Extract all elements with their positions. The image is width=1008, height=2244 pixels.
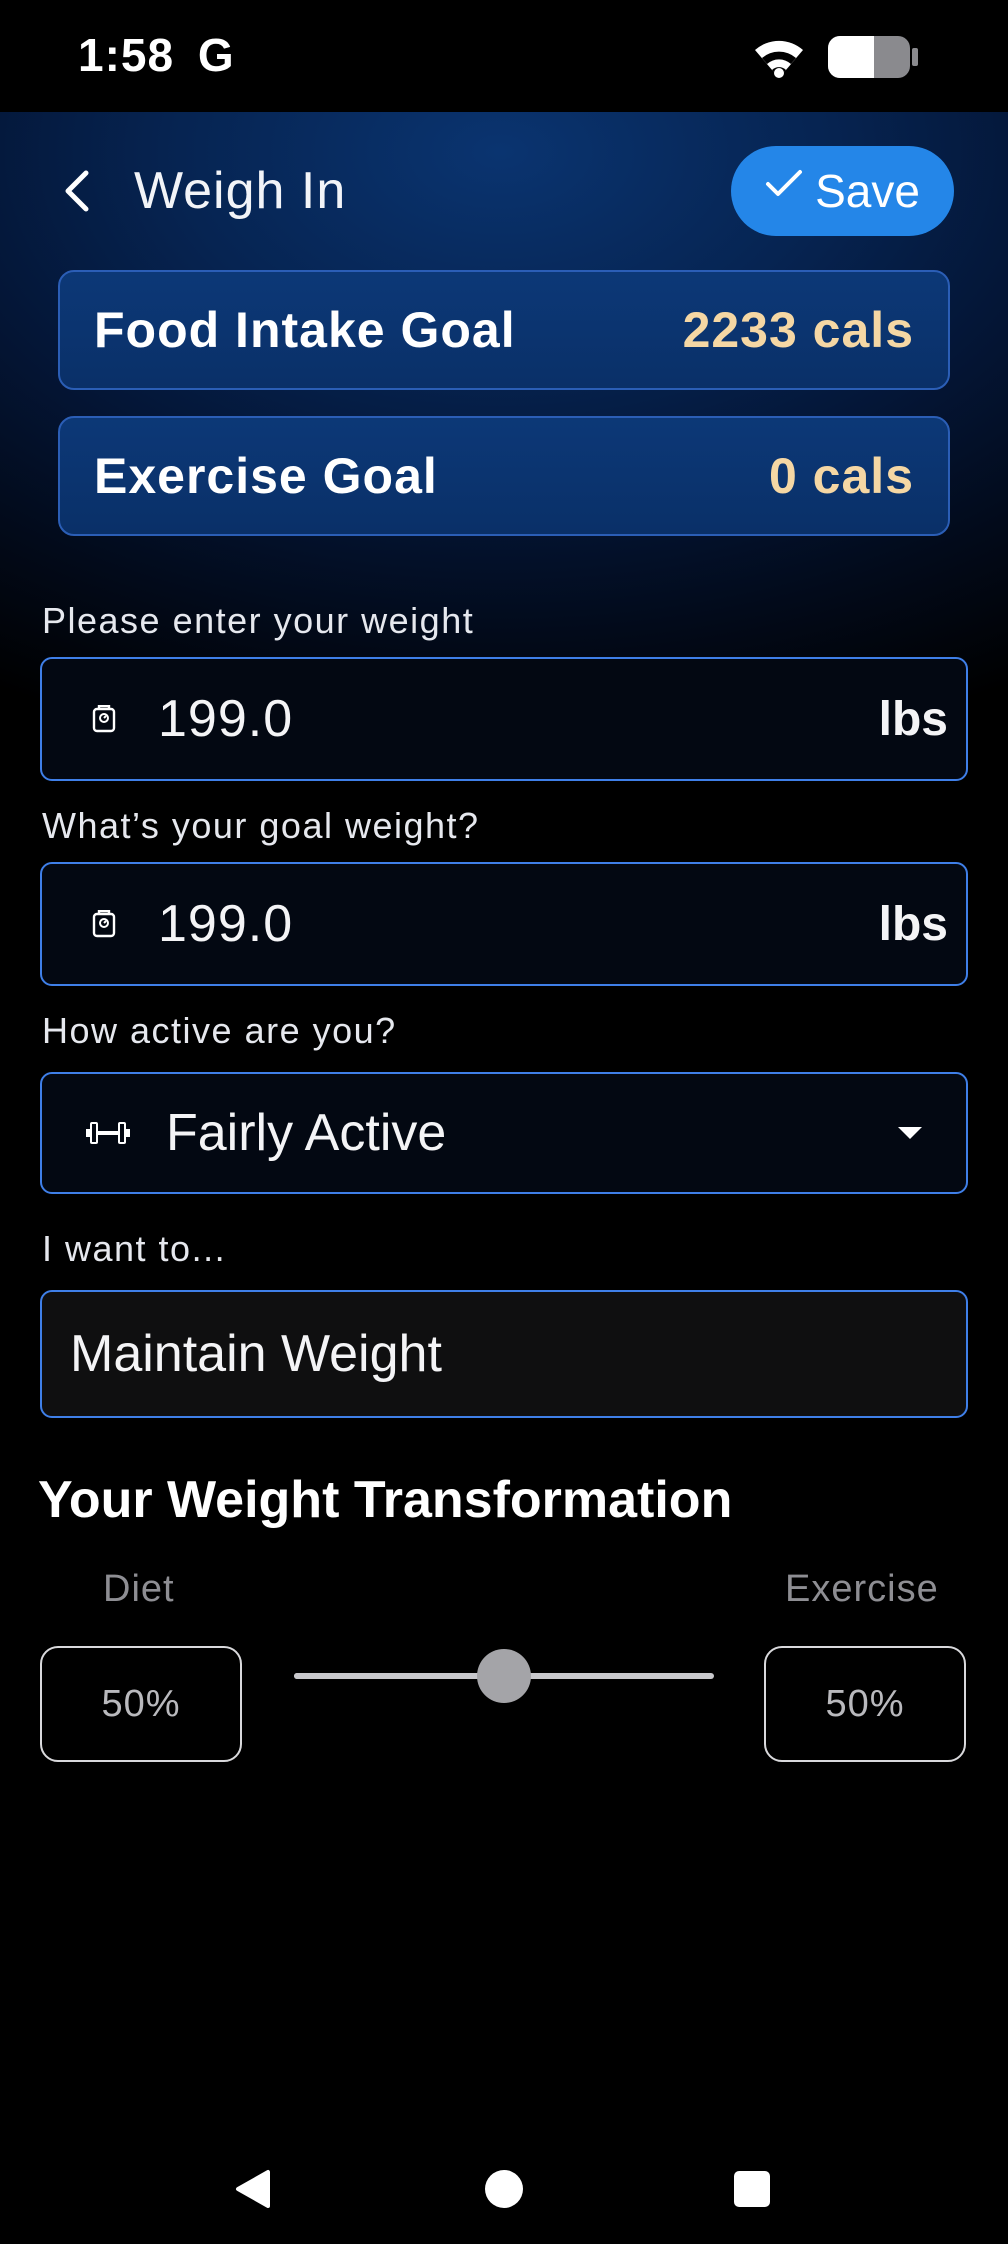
diet-percentage: 50% [40, 1646, 242, 1762]
chevron-left-icon [65, 170, 89, 212]
exercise-caption: Exercise [785, 1568, 939, 1610]
back-triangle-icon[interactable] [232, 2168, 272, 2210]
scale-icon [84, 699, 124, 739]
wifi-icon [755, 40, 803, 78]
slider-thumb[interactable] [477, 1649, 531, 1703]
clock-text: 1:58 [78, 29, 175, 81]
status-bar: 1:58 G [0, 0, 1008, 112]
weight-label: Please enter your weight [42, 600, 475, 641]
food-goal-label: Food Intake Goal [94, 302, 516, 358]
intent-label: I want to... [42, 1228, 227, 1269]
goal-weight-value: 199.0 [158, 895, 294, 953]
activity-level-value: Fairly Active [166, 1104, 447, 1162]
app-background-bottom [0, 1300, 1008, 2244]
dropdown-arrow-icon [898, 1127, 922, 1139]
diet-caption: Diet [103, 1568, 175, 1610]
goal-weight-unit: lbs [878, 897, 948, 951]
exercise-goal-value: 0 cals [768, 448, 914, 504]
food-goal-value: 2233 cals [682, 302, 914, 358]
weight-unit: lbs [878, 692, 948, 746]
home-circle-icon[interactable] [485, 2170, 523, 2208]
slider-fill [294, 1673, 504, 1679]
save-button[interactable]: Save [731, 146, 954, 236]
scale-icon [84, 904, 124, 944]
food-intake-goal-card: Food Intake Goal 2233 cals [58, 270, 950, 390]
recents-square-icon[interactable] [734, 2171, 770, 2207]
exercise-percentage: 50% [764, 1646, 966, 1762]
activity-level-dropdown[interactable]: Fairly Active [40, 1072, 968, 1194]
exercise-goal-label: Exercise Goal [94, 448, 438, 504]
goal-weight-field[interactable]: 199.0 lbs [40, 862, 968, 986]
activity-label: How active are you? [42, 1010, 397, 1051]
network-indicator: G [197, 29, 235, 81]
back-button[interactable] [50, 160, 104, 222]
check-icon [766, 170, 803, 196]
system-nav-bar [0, 2130, 1008, 2244]
exercise-goal-card: Exercise Goal 0 cals [58, 416, 950, 536]
save-label: Save [815, 165, 920, 217]
weight-value: 199.0 [158, 690, 294, 748]
battery-icon [828, 36, 918, 78]
weight-goal-select[interactable]: Maintain Weight [40, 1290, 968, 1418]
section-title: Your Weight Transformation [38, 1471, 733, 1529]
status-time: 1:58 G [78, 28, 235, 82]
page-title: Weigh In [134, 162, 347, 220]
dumbbell-icon [84, 1113, 132, 1153]
goal-weight-label: What’s your goal weight? [42, 805, 480, 846]
weight-field[interactable]: 199.0 lbs [40, 657, 968, 781]
